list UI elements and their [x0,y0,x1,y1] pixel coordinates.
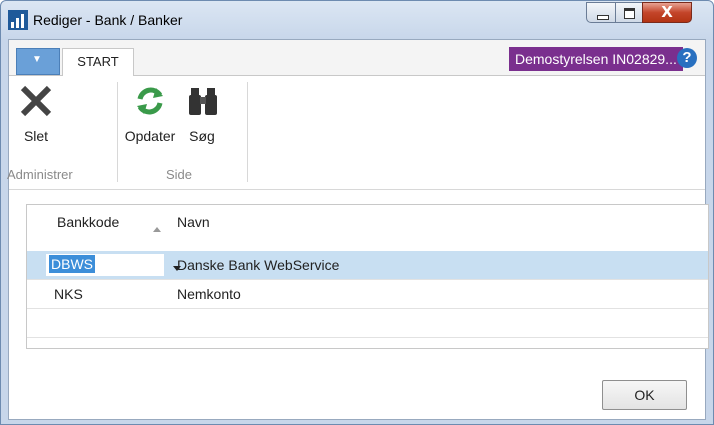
app-window: Rediger - Bank / Banker X ▼ START Demost… [0,0,714,425]
group-label-page: Side [166,167,193,182]
bank-name-cell: Danske Bank WebService [177,257,340,273]
refresh-label: Opdater [124,128,176,144]
sort-ascending-icon [153,227,161,232]
company-badge[interactable]: Demostyrelsen IN02829... [509,47,683,71]
binoculars-icon [189,88,217,115]
bank-name-cell: Nemkonto [177,286,241,302]
page-content: ▼ START Demostyrelsen IN02829... ? Slet [7,39,709,420]
delete-button[interactable]: Slet [11,76,61,151]
app-logo-icon [8,10,28,30]
bankkode-input[interactable]: DBWS [46,254,181,276]
close-icon: X [661,3,673,21]
minimize-button[interactable] [586,2,616,23]
bankkode-value: DBWS [49,255,95,273]
table-row[interactable]: DBWS Danske Bank WebService [27,251,708,280]
refresh-button[interactable]: Opdater [119,76,181,151]
delete-x-icon [20,85,52,117]
ribbon-separator [117,82,118,182]
search-button[interactable]: Søg [179,76,225,151]
maximize-icon [624,8,635,19]
bankkode-cell: NKS [54,286,83,302]
column-header-bankkode[interactable]: Bankkode [57,214,119,230]
chevron-down-icon: ▼ [32,54,42,65]
table-header: Bankkode Navn [27,205,708,243]
help-icon[interactable]: ? [677,48,697,68]
window-title: Rediger - Bank / Banker [33,12,183,28]
bank-table: Bankkode Navn DBWS Danske Bank WebServic… [26,204,709,349]
table-row[interactable]: NKS Nemkonto [27,280,708,309]
app-menu-button[interactable]: ▼ [16,48,60,75]
ok-button[interactable]: OK [602,380,687,410]
delete-label: Slet [23,128,49,144]
ribbon-tab-bar: ▼ START Demostyrelsen IN02829... ? [9,40,705,76]
ribbon-separator [247,82,248,182]
title-bar[interactable]: Rediger - Bank / Banker X [1,1,713,39]
search-label: Søg [189,128,215,144]
ribbon: Slet Opdater Søg Administrer Side [7,76,705,190]
close-button[interactable]: X [642,2,692,23]
group-label-manage: Administrer [7,167,73,182]
minimize-icon [597,15,609,20]
table-row-empty[interactable] [27,309,708,338]
column-header-navn[interactable]: Navn [177,214,210,230]
tab-start[interactable]: START [62,48,134,76]
refresh-icon [137,87,163,115]
maximize-button[interactable] [615,2,643,23]
